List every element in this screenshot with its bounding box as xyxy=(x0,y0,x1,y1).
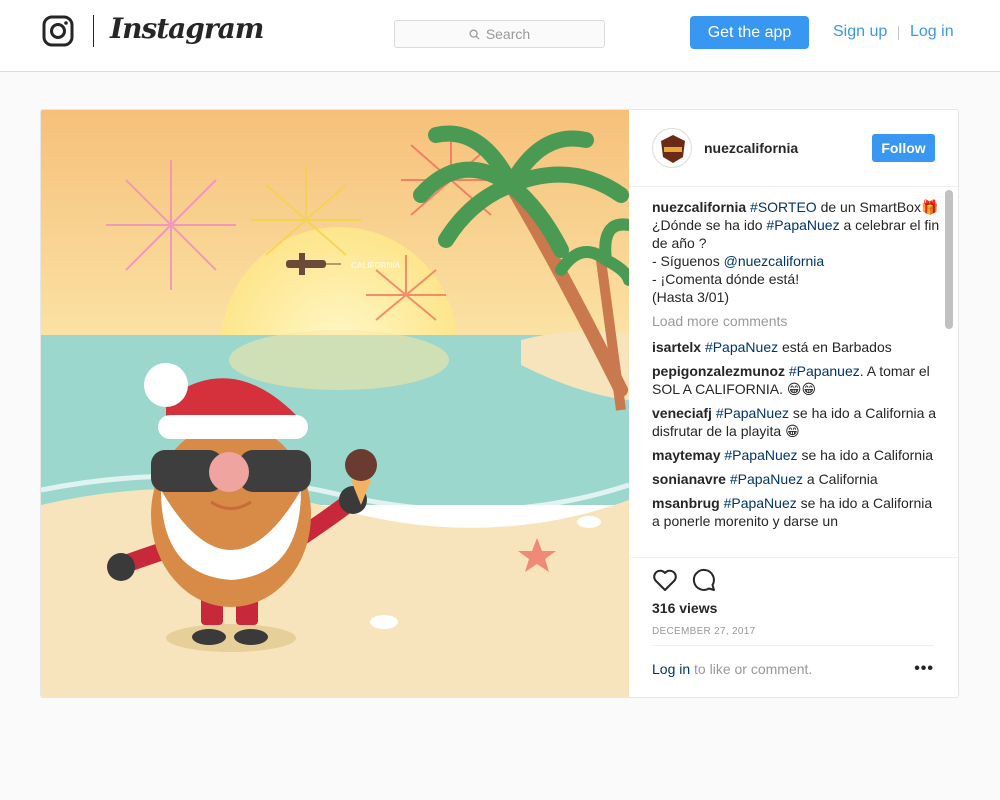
shell-2 xyxy=(577,516,601,528)
comment-text: está en Barbados xyxy=(778,339,892,355)
login-prompt: Log in to like or comment. xyxy=(652,661,812,677)
nuez-logo-icon xyxy=(655,131,691,167)
caption-hashtag[interactable]: #SORTEO xyxy=(750,199,817,215)
more-options-icon[interactable]: ••• xyxy=(914,660,934,678)
comment-username[interactable]: pepigonzalezmunoz xyxy=(652,363,785,379)
caption-line2-pre: ¿Dónde se ha ido xyxy=(652,217,767,233)
caption-text: de un SmartBox🎁 xyxy=(816,199,939,215)
list-item: isartelx #PapaNuez está en Barbados xyxy=(652,338,942,356)
caption-line5: (Hasta 3/01) xyxy=(652,289,730,305)
comment-icon[interactable] xyxy=(692,568,716,592)
get-the-app-button[interactable]: Get the app xyxy=(690,16,809,49)
follow-button[interactable]: Follow xyxy=(872,134,935,162)
comment-username[interactable]: isartelx xyxy=(652,339,701,355)
login-suffix: to like or comment. xyxy=(690,661,813,677)
scrollbar-thumb[interactable] xyxy=(945,190,953,329)
comment-username[interactable]: msanbrug xyxy=(652,495,720,511)
comment-username[interactable]: veneciafj xyxy=(652,405,712,421)
comment-text: a California xyxy=(803,471,878,487)
post-date[interactable]: DECEMBER 27, 2017 xyxy=(652,626,755,637)
comment-username[interactable]: maytemay xyxy=(652,447,721,463)
top-navigation-bar: Instagram Search Get the app Sign up Log… xyxy=(0,0,1000,72)
search-input[interactable]: Search xyxy=(394,20,605,48)
post-card: CALIFORNIA nuezcalifornia Follow nuezcal… xyxy=(40,109,959,698)
heart-icon[interactable] xyxy=(652,568,678,592)
logo-divider xyxy=(93,15,94,47)
search-placeholder: Search xyxy=(485,26,531,42)
comment-hashtag[interactable]: #Papanuez xyxy=(789,363,860,379)
instagram-camera-icon[interactable] xyxy=(42,15,74,47)
log-in-to-comment-link[interactable]: Log in xyxy=(652,661,690,677)
nav-divider xyxy=(898,26,899,40)
post-sidebar: nuezcalifornia Follow nuezcalifornia #SO… xyxy=(629,110,958,697)
plane-banner-text: CALIFORNIA xyxy=(351,261,401,270)
comment-username[interactable]: sonianavre xyxy=(652,471,726,487)
load-more-comments-button[interactable]: Load more comments xyxy=(652,312,942,330)
comments-scrollbar[interactable] xyxy=(945,190,953,557)
post-username[interactable]: nuezcalifornia xyxy=(704,140,798,156)
caption-line3-pre: - Síguenos xyxy=(652,253,724,269)
list-item: maytemay #PapaNuez se ha ido a Californi… xyxy=(652,446,942,464)
comment-hashtag[interactable]: #PapaNuez xyxy=(705,339,778,355)
comment-hashtag[interactable]: #PapaNuez xyxy=(730,471,803,487)
shell xyxy=(370,615,398,629)
comment-hashtag[interactable]: #PapaNuez xyxy=(716,405,789,421)
caption-line4: - ¡Comenta dónde está! xyxy=(652,271,800,287)
comment-hashtag[interactable]: #PapaNuez xyxy=(724,447,797,463)
avatar[interactable] xyxy=(652,128,692,168)
comment-hashtag[interactable]: #PapaNuez xyxy=(724,495,797,511)
caption-username[interactable]: nuezcalifornia xyxy=(652,199,746,215)
caption: nuezcalifornia #SORTEO de un SmartBox🎁 ¿… xyxy=(652,198,942,306)
log-in-link[interactable]: Log in xyxy=(910,23,954,41)
sign-up-link[interactable]: Sign up xyxy=(833,23,887,41)
list-item: veneciafj #PapaNuez se ha ido a Californ… xyxy=(652,404,942,440)
post-image[interactable]: CALIFORNIA xyxy=(41,110,629,697)
caption-line2-hashtag[interactable]: #PapaNuez xyxy=(766,217,839,233)
post-header: nuezcalifornia Follow xyxy=(629,110,958,187)
instagram-wordmark[interactable]: Instagram xyxy=(110,12,264,45)
list-item: pepigonzalezmunoz #Papanuez. A tomar el … xyxy=(652,362,942,398)
comment-text: se ha ido a California xyxy=(797,447,933,463)
caption-mention[interactable]: @nuezcalifornia xyxy=(724,253,825,269)
login-to-comment-row: Log in to like or comment. ••• xyxy=(652,645,934,693)
view-count[interactable]: 316 views xyxy=(652,600,717,616)
comments-list: nuezcalifornia #SORTEO de un SmartBox🎁 ¿… xyxy=(652,198,942,557)
search-icon xyxy=(469,28,480,40)
beach-illustration: CALIFORNIA xyxy=(41,110,629,697)
list-item: msanbrug #PapaNuez se ha ido a Californi… xyxy=(652,494,942,530)
post-actions: 316 views DECEMBER 27, 2017 Log in to li… xyxy=(629,557,958,697)
list-item: sonianavre #PapaNuez a California xyxy=(652,470,942,488)
